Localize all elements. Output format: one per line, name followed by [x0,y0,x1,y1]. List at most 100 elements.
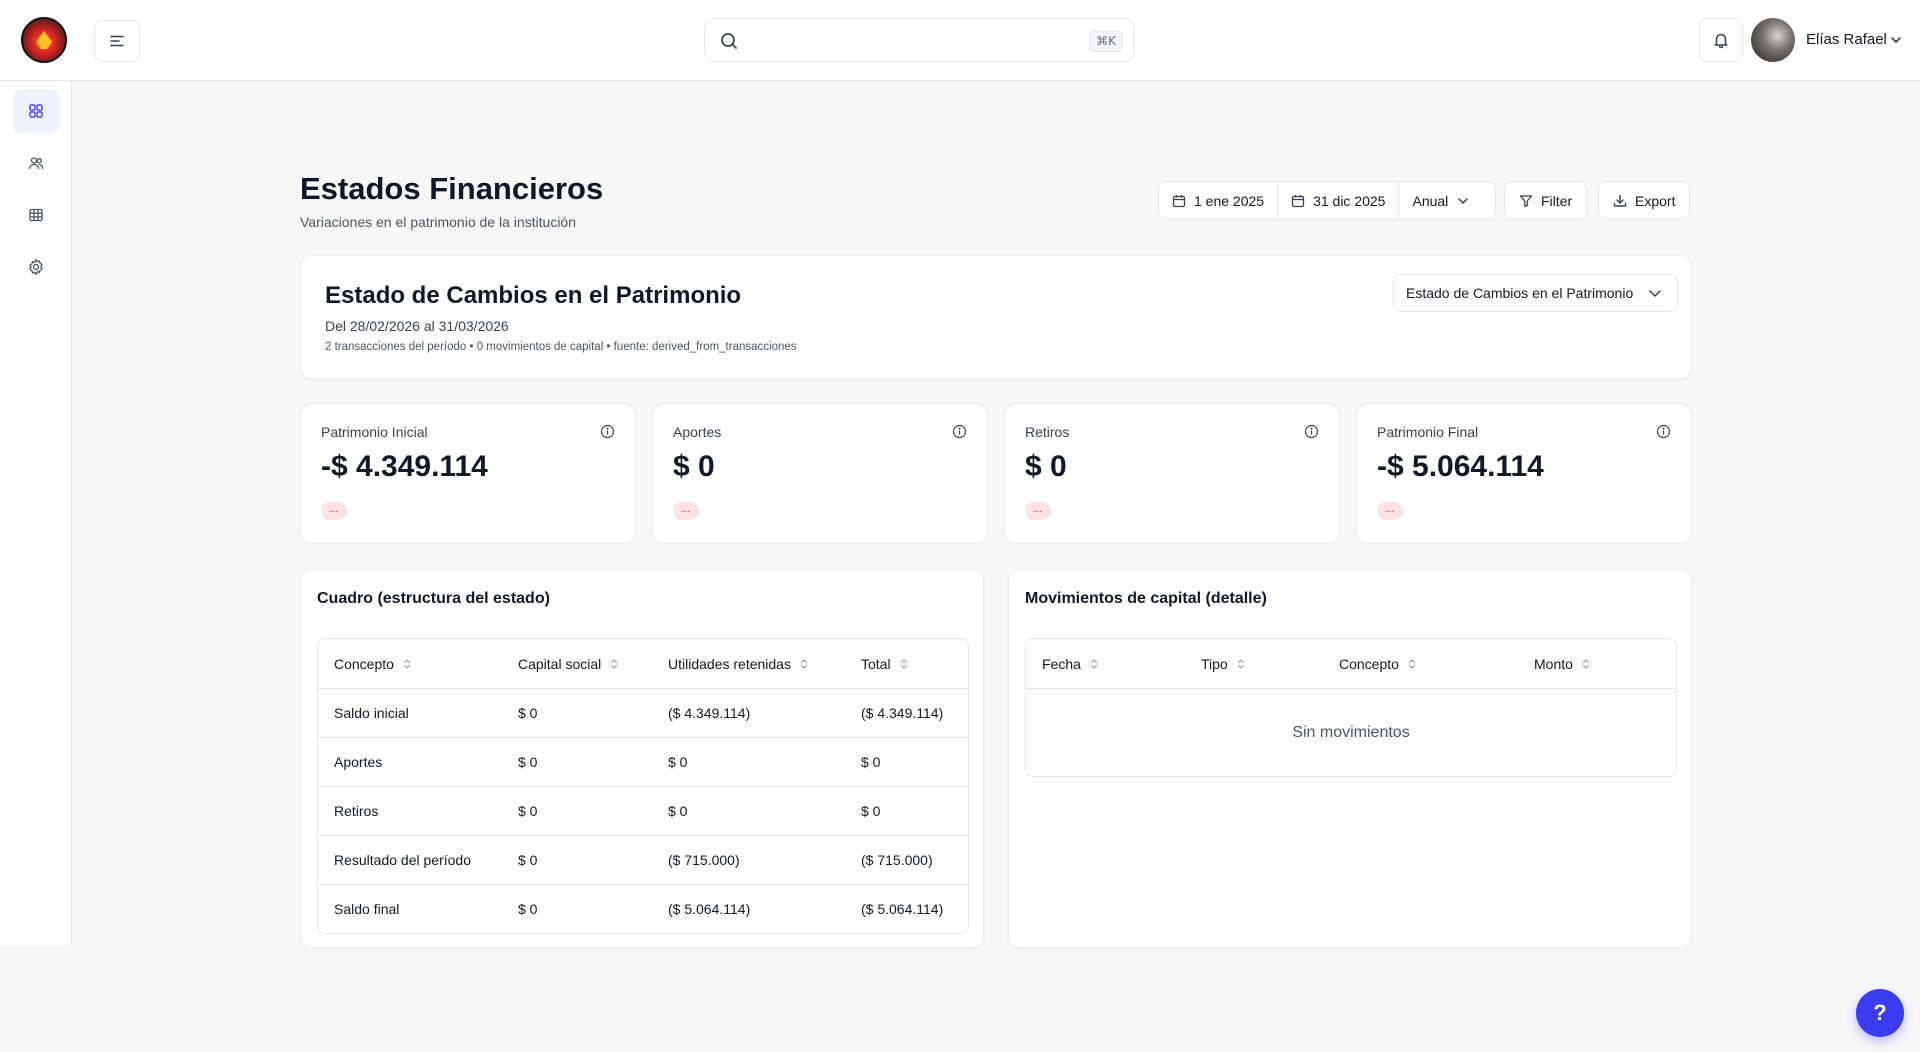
search-shortcut-badge: ⌘K [1089,30,1123,52]
sort-icon [609,658,619,670]
date-to-picker[interactable]: 31 dic 2025 [1278,182,1400,219]
user-avatar[interactable] [1751,18,1795,62]
cuadro-table: Concepto Capital social Utilidades reten… [317,638,969,934]
column-header-utilidades-retenidas[interactable]: Utilidades retenidas [652,656,845,672]
sort-icon [799,658,809,670]
table-row: Saldo inicial $ 0 ($ 4.349.114) ($ 4.349… [318,688,968,737]
table-cell: $ 0 [668,803,688,819]
table-cell: ($ 715.000) [861,852,933,868]
column-header-label: Capital social [518,655,602,672]
sidebar-item-tables[interactable] [13,193,59,237]
chevron-down-icon [1647,285,1663,301]
info-icon[interactable] [952,424,967,439]
table-cell: Saldo inicial [334,705,409,721]
dashboard-grid-icon [28,103,44,119]
column-header-label: Concepto [1339,655,1399,672]
column-header-monto[interactable]: Monto [1518,656,1676,672]
table-row: Retiros $ 0 $ 0 $ 0 [318,786,968,835]
sidebar [0,81,72,945]
table-cell: $ 0 [668,754,688,770]
table-cell: Saldo final [334,901,400,917]
gear-icon [27,258,45,276]
user-name[interactable]: Elías Rafael [1806,31,1887,48]
column-header-label: Concepto [334,655,394,672]
report-title: Estado de Cambios en el Patrimonio [325,282,742,309]
sort-icon [1407,658,1417,670]
sort-icon [402,658,412,670]
sort-icon [1089,658,1099,670]
date-to-label: 31 dic 2025 [1313,192,1386,209]
kpi-label: Patrimonio Final [1377,424,1479,440]
table-cell: Resultado del período [334,852,471,868]
page-subtitle: Variaciones en el patrimonio de la insti… [300,214,577,230]
sidebar-item-users[interactable] [13,141,59,185]
chevron-down-icon[interactable] [1889,33,1903,47]
table-cell: ($ 4.349.114) [861,705,944,721]
sidebar-item-dashboard[interactable] [13,89,59,133]
column-header-label: Monto [1534,655,1573,672]
movimientos-card: Movimientos de capital (detalle) Fecha T… [1008,569,1692,948]
column-header-label: Total [861,655,891,672]
search-box: ⌘K [704,18,1134,62]
table-cell: ($ 5.064.114) [668,901,751,917]
calendar-icon [1291,194,1305,208]
table-cell: $ 0 [861,803,881,819]
kpi-badge: ... [1377,502,1403,520]
cuadro-card: Cuadro (estructura del estado) Concepto … [300,569,984,948]
report-meta: 2 transacciones del período • 0 movimien… [325,341,797,353]
table-row: Saldo final $ 0 ($ 5.064.114) ($ 5.064.1… [318,884,968,933]
table-cell: ($ 715.000) [668,852,740,868]
kpi-value: -$ 4.349.114 [321,450,488,483]
app-logo[interactable] [21,17,67,63]
date-from-picker[interactable]: 1 ene 2025 [1159,182,1279,219]
date-range-controls: 1 ene 2025 31 dic 2025 Anual [1158,181,1496,220]
movimientos-title: Movimientos de capital (detalle) [1025,590,1267,607]
report-type-label: Estado de Cambios en el Patrimonio [1406,285,1634,301]
kpi-value: -$ 5.064.114 [1377,450,1544,483]
kpi-badge: ... [673,502,699,520]
column-header-concepto[interactable]: Concepto [1323,656,1518,672]
info-icon[interactable] [1304,424,1319,439]
kpi-badge: ... [321,502,347,520]
table-cell: Aportes [334,754,383,770]
filter-button[interactable]: Filter [1504,181,1588,220]
export-label: Export [1635,192,1676,209]
table-cell: $ 0 [518,705,538,721]
table-cell: $ 0 [518,754,538,770]
column-header-label: Fecha [1042,655,1081,672]
kpi-card-patrimonio-final: Patrimonio Final -$ 5.064.114 ... [1356,403,1692,544]
column-header-tipo[interactable]: Tipo [1185,656,1323,672]
kpi-badge: ... [1025,502,1051,520]
period-label: Anual [1412,192,1449,209]
table-row: Aportes $ 0 $ 0 $ 0 [318,737,968,786]
search-input[interactable] [751,27,1051,55]
download-icon [1613,194,1627,208]
help-button[interactable]: ? [1856,989,1904,1037]
table-header-row: Concepto Capital social Utilidades reten… [318,639,968,688]
bell-icon [1712,31,1730,49]
info-icon[interactable] [600,424,615,439]
sort-icon [899,658,909,670]
column-header-fecha[interactable]: Fecha [1026,656,1185,672]
info-icon[interactable] [1656,424,1671,439]
table-cell: $ 0 [861,754,881,770]
filter-label: Filter [1541,192,1573,209]
date-from-label: 1 ene 2025 [1194,192,1265,209]
sort-icon [1236,658,1246,670]
table-cell: Retiros [334,803,379,819]
notifications-button[interactable] [1699,18,1743,62]
column-header-total[interactable]: Total [845,656,968,672]
report-type-select[interactable]: Estado de Cambios en el Patrimonio [1393,274,1678,312]
column-header-capital-social[interactable]: Capital social [502,656,652,672]
menu-icon [108,32,126,50]
sidebar-toggle-button[interactable] [94,20,140,62]
sidebar-item-settings[interactable] [13,245,59,289]
column-header-concepto[interactable]: Concepto [318,656,502,672]
sort-icon [1581,658,1591,670]
kpi-value: $ 0 [1025,450,1067,483]
table-cell: $ 0 [518,901,538,917]
kpi-label: Aportes [673,424,722,440]
export-button[interactable]: Export [1598,181,1691,220]
period-select[interactable]: Anual [1399,182,1483,219]
page-title: Estados Financieros [300,171,604,206]
